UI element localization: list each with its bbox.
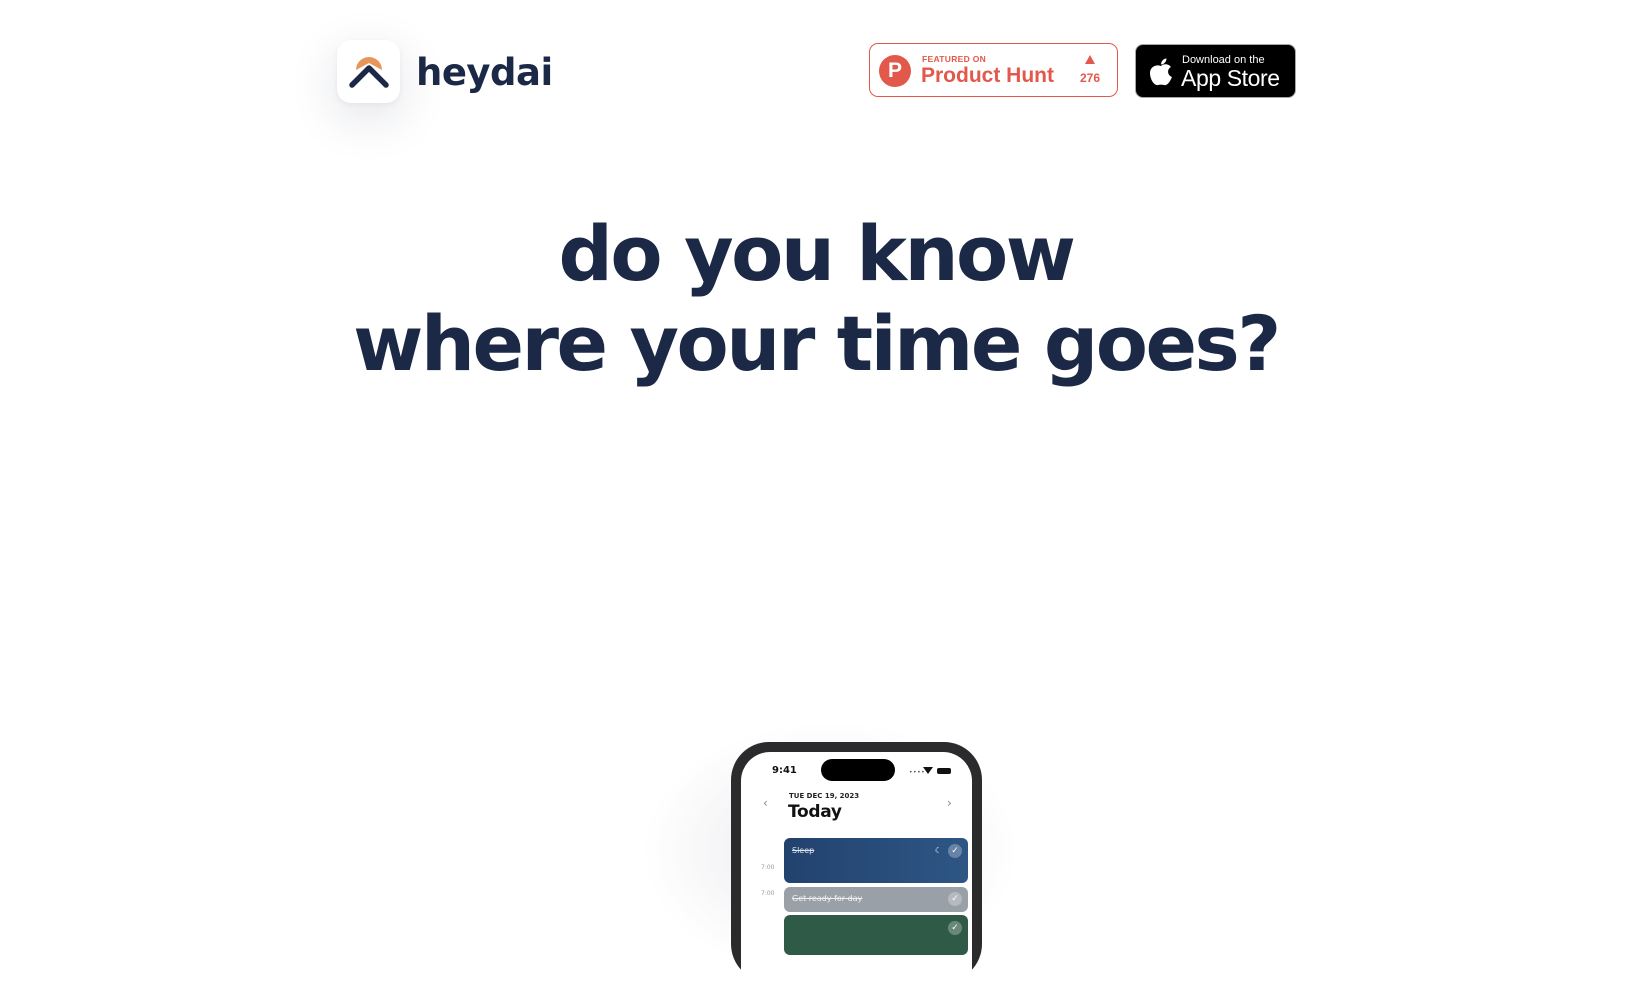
event-sleep: Sleep ☾ ✓ xyxy=(784,838,968,883)
day-title: Today xyxy=(788,802,842,822)
timeline-time-label: 7:00 xyxy=(761,864,775,871)
hero-line-1: do you know xyxy=(558,209,1076,298)
moon-icon: ☾ xyxy=(934,846,942,855)
product-hunt-featured-label: FEATURED ON xyxy=(922,54,987,64)
event-title: Get ready for day xyxy=(792,894,863,903)
upvote-arrow-icon xyxy=(1085,55,1095,64)
hero-headline: do you know where your time goes? xyxy=(0,209,1632,389)
date-label: TUE DEC 19, 2023 xyxy=(789,792,860,800)
event-get-ready: Get ready for day ✓ xyxy=(784,887,968,912)
status-bar-time: 9:41 xyxy=(772,765,797,776)
brand-name[interactable]: heydai xyxy=(416,48,553,98)
app-store-big-label: App Store xyxy=(1181,65,1280,91)
check-icon: ✓ xyxy=(948,844,962,858)
check-icon: ✓ xyxy=(948,892,962,906)
timeline-time-label: 7:00 xyxy=(761,890,775,897)
product-hunt-icon: P xyxy=(879,55,911,87)
chevron-left-icon: ‹ xyxy=(763,796,768,810)
check-icon: ✓ xyxy=(948,921,962,935)
heydai-logo-icon xyxy=(348,56,389,88)
event-title: Sleep xyxy=(792,846,815,855)
product-hunt-badge[interactable]: P FEATURED ON Product Hunt 276 xyxy=(869,43,1118,97)
app-store-badge[interactable]: Download on the App Store xyxy=(1135,44,1296,98)
battery-icon xyxy=(937,768,951,774)
product-hunt-name: Product Hunt xyxy=(921,64,1054,87)
status-icons: •••• xyxy=(909,767,959,776)
upvote-count: 276 xyxy=(1079,71,1101,85)
apple-icon xyxy=(1150,58,1172,86)
phone-screen: 9:41 •••• ‹ TUE DEC 19, 2023 Today › 7:0… xyxy=(741,752,972,992)
dynamic-island xyxy=(821,759,895,781)
phone-mockup: 9:41 •••• ‹ TUE DEC 19, 2023 Today › 7:0… xyxy=(731,742,982,992)
event-green: ✓ xyxy=(784,915,968,955)
chevron-right-icon: › xyxy=(947,796,952,810)
hero-line-2: where your time goes? xyxy=(353,299,1281,388)
wifi-icon xyxy=(923,767,933,774)
app-logo[interactable] xyxy=(337,40,400,103)
